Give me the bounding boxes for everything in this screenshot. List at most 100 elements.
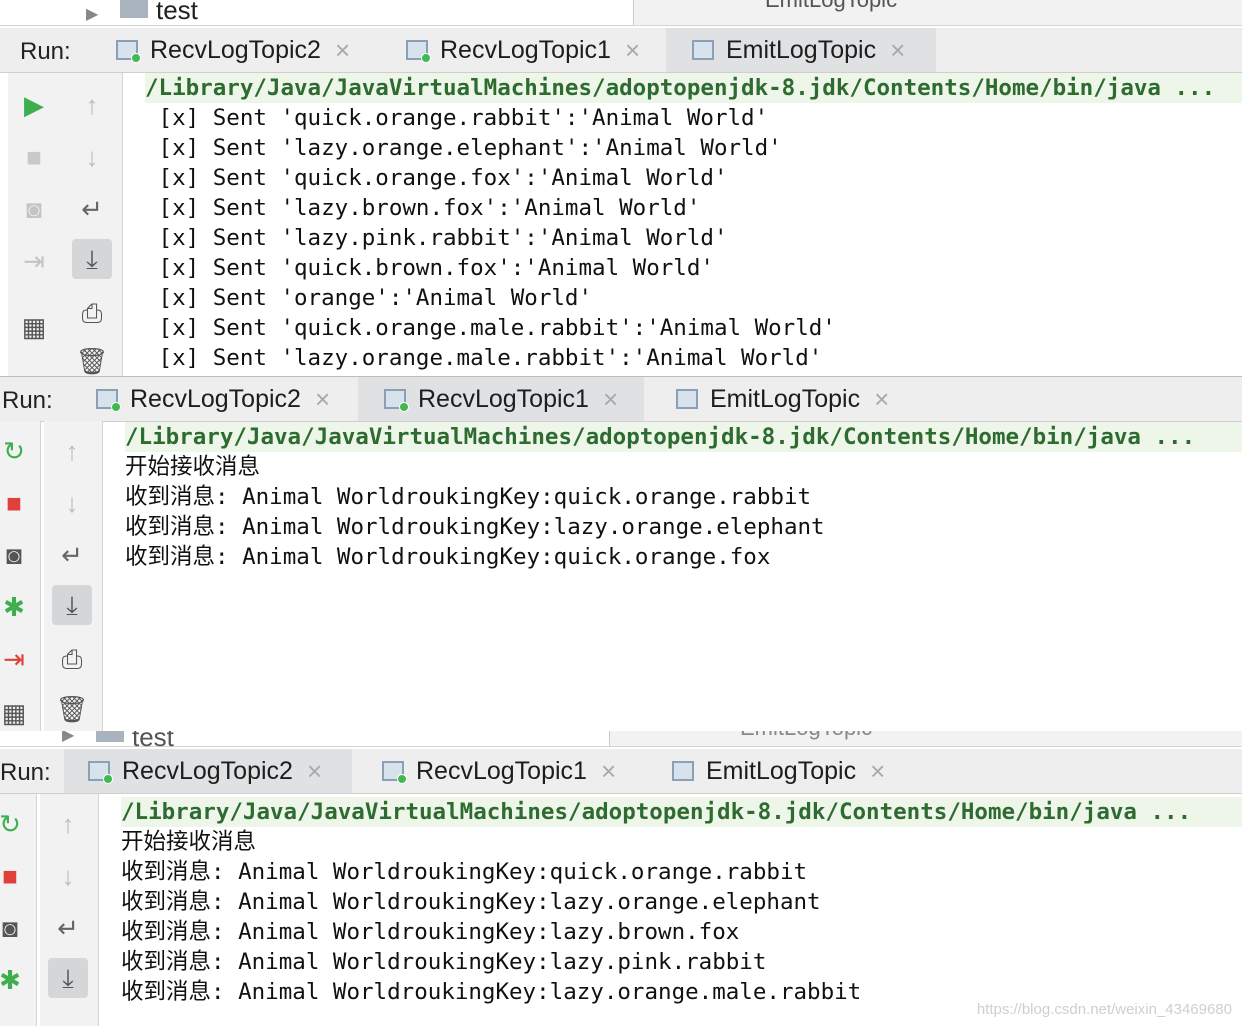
tab-emitlogtopic[interactable]: EmitLogTopic × <box>666 28 936 72</box>
console-line: /Library/Java/JavaVirtualMachines/adopto… <box>145 73 1242 103</box>
console-icon <box>672 761 694 781</box>
soft-wrap-icon[interactable]: ↵ <box>48 908 88 948</box>
run-label: Run: <box>0 759 51 786</box>
scroll-to-end-icon[interactable]: ⤓ <box>52 585 92 625</box>
stop-icon[interactable]: ■ <box>0 856 30 896</box>
tab-recvlogtopic1[interactable]: RecvLogTopic1 × <box>358 377 644 421</box>
trash-icon[interactable]: 🗑 <box>52 689 92 729</box>
tab-recvlogtopic2[interactable]: RecvLogTopic2 × <box>112 28 378 72</box>
project-tree-strip: ▶ test EmitLogTopic <box>0 0 1242 26</box>
console-line: [x] Sent 'quick.orange.fox':'Animal Worl… <box>145 165 728 191</box>
close-icon[interactable]: × <box>307 756 322 787</box>
console-line: 收到消息: Animal WorldroukingKey:lazy.pink.r… <box>121 949 767 975</box>
stop-icon: ■ <box>26 142 42 172</box>
console-icon <box>116 40 141 63</box>
close-icon[interactable]: × <box>601 756 616 787</box>
console-line: [x] Sent 'quick.orange.male.rabbit':'Ani… <box>145 315 836 341</box>
console-line: 收到消息: Animal WorldroukingKey:lazy.orange… <box>125 514 825 540</box>
scroll-to-end-icon[interactable]: ⤓ <box>72 239 112 279</box>
run-tabbar: Run: RecvLogTopic2 × RecvLogTopic1 × Emi… <box>0 749 1242 794</box>
run-label: Run: <box>20 38 71 65</box>
soft-wrap-icon[interactable]: ↵ <box>72 189 112 229</box>
up-arrow-icon: ↑ <box>65 436 79 466</box>
console-output[interactable]: /Library/Java/JavaVirtualMachines/adopto… <box>121 797 1242 1026</box>
camera-icon[interactable]: ◙ <box>0 535 34 575</box>
up-arrow-icon: ↑ <box>61 809 75 839</box>
expand-arrow-icon[interactable]: ▶ <box>62 731 74 745</box>
console-line: 收到消息: Animal WorldroukingKey:lazy.brown.… <box>121 919 740 945</box>
console-line: [x] Sent 'orange':'Animal World' <box>145 285 593 311</box>
close-icon[interactable]: × <box>874 384 889 415</box>
tree-folder-label: test <box>132 731 174 752</box>
console-line: 收到消息: Animal WorldroukingKey:quick.orang… <box>125 544 771 570</box>
tree-folder-label: test <box>156 0 198 25</box>
close-icon[interactable]: × <box>890 35 905 66</box>
run-toolbar: ↻ ■ ◙ ✱ ⇥ ▦ <box>0 421 41 731</box>
console-icon <box>88 761 113 784</box>
console-line: [x] Sent 'lazy.orange.elephant':'Animal … <box>145 135 782 161</box>
folder-icon <box>120 0 148 18</box>
print-icon[interactable]: ⎙ <box>72 293 112 333</box>
run-panel-emit: ▶ test EmitLogTopic Run: RecvLogTopic2 ×… <box>0 0 1242 381</box>
run-panel-recv2: ▶ test EmitLogTopic Run: RecvLogTopic2 ×… <box>0 731 1242 1026</box>
debug-icon[interactable]: ✱ <box>0 960 30 1000</box>
tab-emitlogtopic[interactable]: EmitLogTopic × <box>668 749 934 793</box>
editor-tab-label[interactable]: EmitLogTopic <box>740 731 872 741</box>
tab-label: RecvLogTopic2 <box>122 756 293 785</box>
folder-icon <box>96 731 124 742</box>
tab-emitlogtopic[interactable]: EmitLogTopic × <box>672 377 938 421</box>
close-icon[interactable]: × <box>315 384 330 415</box>
console-icon <box>384 389 409 412</box>
console-line: 收到消息: Animal WorldroukingKey:quick.orang… <box>125 484 812 510</box>
console-output[interactable]: /Library/Java/JavaVirtualMachines/adopto… <box>145 73 1242 381</box>
console-icon <box>676 389 698 409</box>
console-toolbar: ↑ ↓ ↵ ⤓ ⎙ 🗑 <box>44 421 103 731</box>
editor-tab-label[interactable]: EmitLogTopic <box>765 0 897 13</box>
tab-label: RecvLogTopic1 <box>440 35 611 64</box>
tab-label: RecvLogTopic2 <box>130 384 301 413</box>
console-line: [x] Sent 'quick.orange.rabbit':'Animal W… <box>145 105 769 131</box>
console-line: 开始接收消息 <box>121 829 257 855</box>
expand-arrow-icon[interactable]: ▶ <box>86 4 98 24</box>
rerun-icon[interactable]: ↻ <box>0 431 34 471</box>
print-icon[interactable]: ⎙ <box>52 639 92 679</box>
layout-icon[interactable]: ▦ <box>0 693 34 731</box>
tab-label: EmitLogTopic <box>706 756 857 785</box>
close-icon[interactable]: × <box>870 756 885 787</box>
console-icon <box>692 40 714 60</box>
project-tree-row[interactable]: ▶ test <box>0 731 610 750</box>
watermark: https://blog.csdn.net/weixin_43469680 <box>976 1001 1232 1018</box>
camera-icon[interactable]: ◙ <box>0 908 30 948</box>
close-icon[interactable]: × <box>603 384 618 415</box>
console-output[interactable]: /Library/Java/JavaVirtualMachines/adopto… <box>125 422 1242 731</box>
console-toolbar: ↑ ↓ ↵ ⤓ ⎙ 🗑 <box>64 73 123 381</box>
camera-icon: ◙ <box>26 194 42 224</box>
trash-icon[interactable]: 🗑 <box>72 341 112 381</box>
soft-wrap-icon[interactable]: ↵ <box>52 535 92 575</box>
layout-icon[interactable]: ▦ <box>14 307 54 347</box>
console-line: [x] Sent 'lazy.brown.fox':'Animal World' <box>145 195 701 221</box>
tab-recvlogtopic1[interactable]: RecvLogTopic1 × <box>402 28 668 72</box>
scroll-to-end-icon[interactable]: ⤓ <box>48 958 88 998</box>
tab-label: RecvLogTopic1 <box>416 756 587 785</box>
tab-recvlogtopic2[interactable]: RecvLogTopic2 × <box>92 377 358 421</box>
run-toolbar: ▶ ■ ◙ ⇥ ▦ <box>8 73 65 381</box>
tab-recvlogtopic1[interactable]: RecvLogTopic1 × <box>378 749 644 793</box>
rerun-icon[interactable]: ↻ <box>0 804 30 844</box>
project-tree-strip: ▶ test EmitLogTopic <box>0 731 1242 750</box>
close-icon[interactable]: × <box>335 35 350 66</box>
stop-icon[interactable]: ■ <box>0 483 34 523</box>
down-arrow-icon: ↓ <box>85 142 99 172</box>
console-line: [x] Sent 'quick.brown.fox':'Animal World… <box>145 255 714 281</box>
console-line: [x] Sent 'lazy.pink.rabbit':'Animal Worl… <box>145 225 728 251</box>
tab-label: RecvLogTopic1 <box>418 384 589 413</box>
project-tree-row[interactable]: ▶ test <box>0 0 634 25</box>
debug-icon[interactable]: ✱ <box>0 587 34 627</box>
run-icon[interactable]: ▶ <box>14 85 54 125</box>
console-line: 收到消息: Animal WorldroukingKey:lazy.orange… <box>121 889 821 915</box>
console-line: 收到消息: Animal WorldroukingKey:quick.orang… <box>121 859 808 885</box>
close-icon[interactable]: × <box>625 35 640 66</box>
console-line: 开始接收消息 <box>125 454 261 480</box>
login-icon[interactable]: ⇥ <box>0 639 34 679</box>
tab-recvlogtopic2[interactable]: RecvLogTopic2 × <box>64 749 352 793</box>
